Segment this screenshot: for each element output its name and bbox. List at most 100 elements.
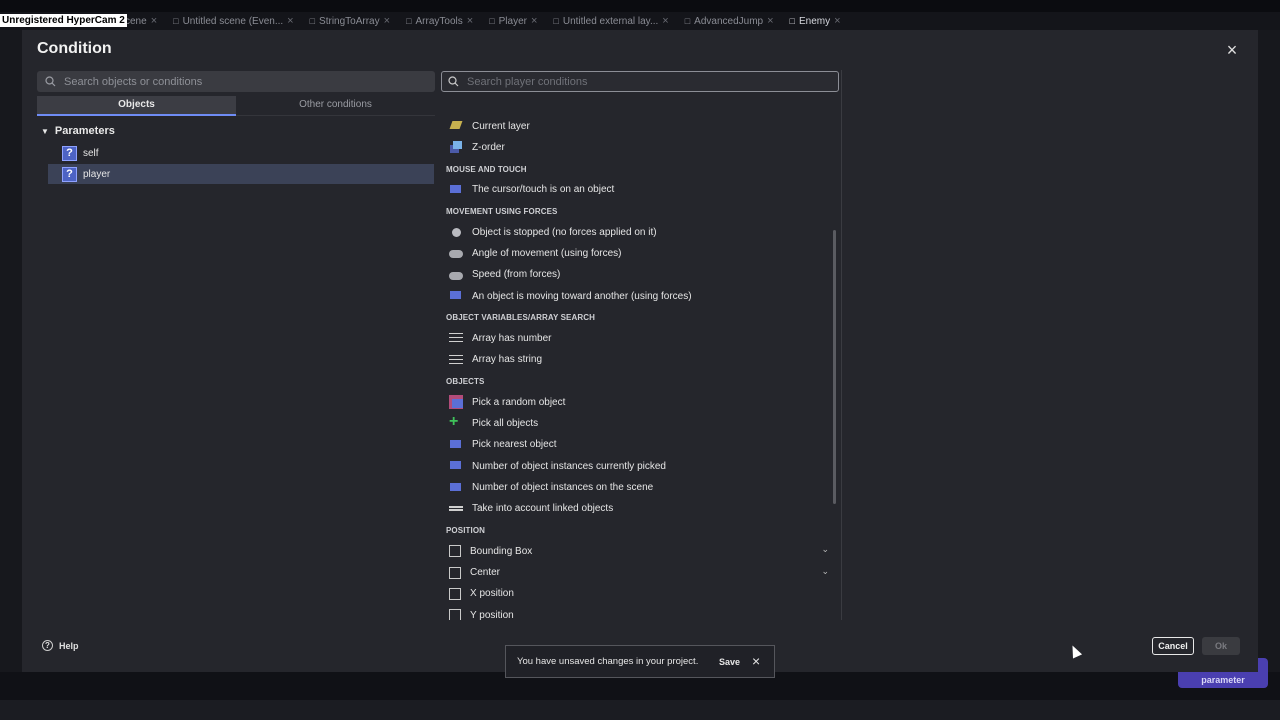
- section-header: OBJECTS: [446, 377, 485, 387]
- nearest-object-icon: [449, 438, 463, 452]
- app-tab[interactable]: □ Enemy ×: [782, 12, 849, 30]
- app-tab[interactable]: □ Untitled scene (Even... ×: [165, 12, 301, 30]
- app-tab-label: AdvancedJump: [694, 15, 764, 27]
- chevron-down-icon[interactable]: ⌄: [821, 566, 829, 577]
- app-tab[interactable]: □ StringToArray ×: [302, 12, 398, 30]
- condition-item[interactable]: Take into account linked objects: [449, 499, 829, 519]
- instances-icon: [449, 481, 463, 495]
- condition-label: Current layer: [472, 120, 530, 132]
- question-object-icon: ?: [62, 145, 77, 161]
- condition-item[interactable]: An object is moving toward another (usin…: [449, 286, 829, 306]
- condition-item[interactable]: Bounding Box ⌄: [449, 541, 829, 561]
- link-icon: [449, 502, 463, 516]
- tab-icon: □: [684, 16, 691, 26]
- condition-item[interactable]: Array has number: [449, 328, 829, 348]
- tree-group-label: Parameters: [54, 125, 115, 137]
- condition-item[interactable]: Array has string: [449, 350, 829, 370]
- tab-icon: □: [553, 16, 559, 26]
- app-tab-label: ArrayTools: [415, 15, 463, 27]
- tab-objects[interactable]: Objects: [37, 96, 236, 116]
- app-tab[interactable]: □ Untitled external lay... ×: [545, 12, 676, 30]
- app-tab[interactable]: □ ArrayTools ×: [398, 12, 481, 30]
- box-icon: [449, 587, 461, 600]
- tab-close-icon[interactable]: ×: [467, 15, 473, 27]
- tab-icon: □: [173, 16, 179, 26]
- instances-icon: [449, 459, 463, 473]
- taskbar: [0, 700, 1280, 720]
- condition-item[interactable]: Y position: [449, 605, 829, 620]
- search-icon: [45, 76, 56, 87]
- tab-other-conditions[interactable]: Other conditions: [236, 96, 435, 116]
- box-icon: [449, 609, 461, 620]
- section-header: POSITION: [446, 526, 486, 536]
- dialog-title: Condition: [37, 40, 112, 57]
- layer-icon: [449, 119, 463, 133]
- help-icon: ?: [42, 640, 53, 651]
- condition-item[interactable]: Number of object instances on the scene: [449, 478, 829, 498]
- chevron-down-icon: ▼: [41, 126, 49, 136]
- tab-close-icon[interactable]: ×: [767, 15, 773, 27]
- app-tab[interactable]: □ AdvancedJump ×: [677, 12, 782, 30]
- condition-label: The cursor/touch is on an object: [472, 184, 615, 196]
- section-header: OBJECT VARIABLES/ARRAY SEARCH: [446, 313, 595, 323]
- tree-item-player[interactable]: ? player: [48, 164, 434, 184]
- search-objects-field[interactable]: [37, 71, 435, 92]
- condition-label: X position: [470, 588, 514, 600]
- tab-close-icon[interactable]: ×: [151, 15, 157, 27]
- tree-group-parameters[interactable]: ▼ Parameters: [41, 125, 115, 137]
- help-label: Help: [59, 640, 79, 651]
- search-conditions-input[interactable]: [467, 75, 807, 88]
- ok-button[interactable]: Ok: [1202, 637, 1240, 655]
- condition-item[interactable]: Pick nearest object: [449, 435, 829, 455]
- condition-item[interactable]: Center ⌄: [449, 563, 829, 583]
- tab-close-icon[interactable]: ×: [662, 15, 668, 27]
- condition-item[interactable]: X position: [449, 584, 829, 604]
- tab-close-icon[interactable]: ×: [384, 15, 390, 27]
- cancel-button[interactable]: Cancel: [1152, 637, 1194, 655]
- app-tab[interactable]: □ Player ×: [481, 12, 545, 30]
- close-icon[interactable]: ×: [1222, 40, 1242, 60]
- tab-close-icon[interactable]: ×: [531, 15, 537, 27]
- tab-icon: □: [489, 16, 495, 26]
- moving-toward-icon: [449, 289, 463, 303]
- toast-save-button[interactable]: Save: [719, 657, 740, 667]
- tab-icon: □: [406, 16, 412, 26]
- condition-label: Y position: [470, 609, 514, 620]
- search-objects-input[interactable]: [64, 75, 404, 88]
- force-icon: [449, 246, 463, 260]
- condition-label: Angle of movement (using forces): [472, 247, 622, 259]
- condition-item[interactable]: Angle of movement (using forces): [449, 243, 829, 263]
- app-tab-label: Untitled external lay...: [562, 15, 659, 27]
- condition-item[interactable]: Number of object instances currently pic…: [449, 456, 829, 476]
- close-icon[interactable]: ×: [752, 653, 760, 669]
- condition-label: Center: [470, 567, 501, 579]
- condition-label: Take into account linked objects: [472, 503, 614, 515]
- app-tab-label: Player: [498, 15, 527, 27]
- condition-item[interactable]: The cursor/touch is on an object: [449, 180, 829, 200]
- tree-item-label: self: [83, 147, 99, 159]
- z-order-icon: [449, 140, 463, 154]
- condition-item[interactable]: Z-order: [449, 137, 829, 157]
- chevron-down-icon[interactable]: ⌄: [821, 544, 829, 555]
- condition-label: Number of object instances currently pic…: [472, 460, 666, 472]
- tree-item-self[interactable]: ? self: [48, 143, 434, 163]
- app-tab-label: Untitled scene (Even...: [182, 15, 284, 27]
- cursor-object-icon: [449, 183, 463, 197]
- condition-item[interactable]: Speed (from forces): [449, 265, 829, 285]
- tab-close-icon[interactable]: ×: [834, 15, 840, 27]
- conditions-scrollbar[interactable]: [833, 230, 836, 504]
- search-conditions-field[interactable]: [441, 71, 839, 92]
- box-icon: [449, 545, 461, 558]
- condition-item[interactable]: Current layer: [449, 116, 829, 136]
- tab-close-icon[interactable]: ×: [287, 15, 293, 27]
- tab-icon: □: [789, 16, 795, 26]
- condition-label: Pick all objects: [472, 418, 539, 429]
- tab-icon: □: [309, 16, 316, 26]
- condition-item[interactable]: Pick a random object: [449, 392, 829, 412]
- condition-item[interactable]: Object is stopped (no forces applied on …: [449, 222, 829, 242]
- condition-dialog: Condition × Objects Other conditions ▼ P…: [22, 30, 1258, 672]
- help-button[interactable]: ? Help: [42, 640, 79, 651]
- condition-label: Object is stopped (no forces applied on …: [472, 226, 657, 238]
- condition-label: Bounding Box: [470, 545, 533, 557]
- condition-item[interactable]: + Pick all objects: [449, 413, 829, 434]
